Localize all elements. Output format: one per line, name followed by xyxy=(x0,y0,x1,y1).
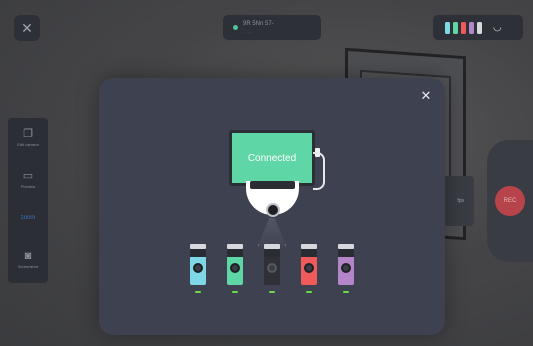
status-led-icon xyxy=(269,291,275,293)
edit-camera-button[interactable]: ❐ Edit camera xyxy=(8,128,48,147)
copy-icon: ❐ xyxy=(23,128,33,140)
device-mini-icon xyxy=(477,21,482,34)
device-screen: Connected xyxy=(232,133,312,183)
left-toolbar: ❐ Edit camera ▭ Preview zoom ◙ Screensho… xyxy=(8,118,48,283)
close-icon: ✕ xyxy=(21,19,33,36)
device-cube-red xyxy=(301,244,317,299)
status-led-icon xyxy=(306,291,312,293)
device-cube-purple xyxy=(338,244,354,299)
device-mini-icon xyxy=(469,21,474,34)
tool-label: zoom xyxy=(20,215,36,221)
connection-status-pill[interactable]: 9R 5Nn 57- - - - - xyxy=(223,15,321,40)
devices-pill[interactable]: ◡ xyxy=(433,15,523,40)
close-icon: ✕ xyxy=(420,88,432,103)
status-subtitle: - - - - xyxy=(243,28,252,34)
cable-illustration xyxy=(313,152,325,190)
status-dot-icon xyxy=(233,25,238,30)
status-led-icon xyxy=(343,291,349,293)
tool-label: Edit camera xyxy=(17,142,39,147)
tool-label: Screenshot xyxy=(17,264,39,269)
status-led-icon xyxy=(232,291,238,293)
camera-icon: ◙ xyxy=(24,250,32,262)
record-label: REC xyxy=(503,198,517,204)
record-button[interactable]: REC xyxy=(495,186,525,216)
modal-close-button[interactable]: ✕ xyxy=(418,88,434,104)
device-cube-dark xyxy=(264,244,280,299)
robot-eye-icon xyxy=(266,203,280,217)
preview-button[interactable]: ▭ Preview xyxy=(8,170,48,189)
device-cube-green xyxy=(227,244,243,299)
side-card-label: fps xyxy=(457,198,464,204)
device-row xyxy=(190,244,355,299)
zoom-button[interactable]: zoom xyxy=(8,215,48,221)
status-led-icon xyxy=(195,291,201,293)
monitor-icon: ▭ xyxy=(22,170,34,182)
device-mini-icon xyxy=(445,21,450,34)
connected-text: Connected xyxy=(247,152,297,164)
screen-device-illustration: Connected xyxy=(229,130,315,186)
tool-label: Preview xyxy=(20,184,36,189)
exit-button[interactable]: ✕ xyxy=(14,15,40,41)
screenshot-button[interactable]: ◙ Screenshot xyxy=(8,250,48,269)
device-mini-icon xyxy=(453,21,458,34)
device-cube-light-blue xyxy=(190,244,206,299)
device-mini-icon xyxy=(461,21,466,34)
robot-head-icon: ◡ xyxy=(493,22,502,33)
status-title: 9R 5Nn 57- xyxy=(243,20,274,27)
